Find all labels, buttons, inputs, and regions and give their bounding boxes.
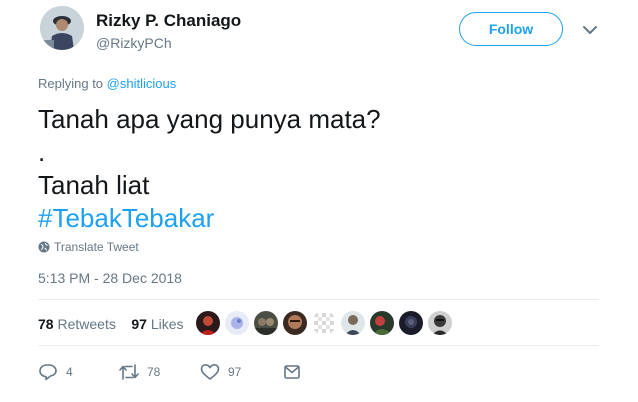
liker-avatar[interactable] <box>254 311 278 335</box>
liker-avatar[interactable] <box>312 311 336 335</box>
follow-button[interactable]: Follow <box>459 12 563 46</box>
user-handle[interactable]: @RizkyPCh <box>96 35 172 51</box>
likes-label: Likes <box>150 316 184 332</box>
liker-avatar[interactable] <box>283 311 307 335</box>
retweet-count: 78 <box>147 365 161 379</box>
retweet-action[interactable]: 78 <box>118 363 200 381</box>
divider <box>38 299 599 300</box>
display-name[interactable]: Rizky P. Chaniago <box>96 11 241 31</box>
translate-label[interactable]: Translate Tweet <box>54 240 139 254</box>
reply-icon <box>39 364 57 381</box>
likes-stat[interactable]: 97 Likes <box>131 316 183 332</box>
replying-to-label: Replying to <box>38 76 104 91</box>
replying-to: Replying to @shitlicious <box>38 76 176 91</box>
divider <box>38 345 599 346</box>
chevron-down-icon[interactable] <box>580 22 600 38</box>
tweet-line-3: Tanah liat <box>38 170 150 200</box>
liker-avatar[interactable] <box>370 311 394 335</box>
reply-count: 4 <box>66 365 73 379</box>
avatar[interactable] <box>40 6 84 50</box>
liker-avatar[interactable] <box>428 311 452 335</box>
timestamp[interactable]: 5:13 PM - 28 Dec 2018 <box>38 270 182 286</box>
reply-action[interactable]: 4 <box>38 363 118 381</box>
likes-count: 97 <box>131 316 147 332</box>
heart-icon <box>200 364 220 380</box>
translate-tweet[interactable]: Translate Tweet <box>38 240 139 254</box>
liker-avatars <box>196 311 457 335</box>
retweets-label: Retweets <box>57 316 116 332</box>
retweets-stat[interactable]: 78 Retweets <box>38 316 116 332</box>
tweet-line-1: Tanah apa yang punya mata? <box>38 104 381 134</box>
direct-message-action[interactable] <box>282 363 302 381</box>
message-icon <box>284 365 300 379</box>
engagement-stats: 78 Retweets 97 Likes <box>38 316 184 332</box>
hashtag-link[interactable]: #TebakTebakar <box>38 202 381 235</box>
retweet-icon <box>119 364 139 380</box>
tweet-actions: 4 78 97 <box>38 362 302 382</box>
liker-avatar[interactable] <box>196 311 220 335</box>
liker-avatar[interactable] <box>341 311 365 335</box>
mention-link[interactable]: @shitlicious <box>107 76 177 91</box>
tweet-text: Tanah apa yang punya mata? . Tanah liat … <box>38 103 381 235</box>
liker-avatar[interactable] <box>225 311 249 335</box>
like-count: 97 <box>228 365 242 379</box>
like-action[interactable]: 97 <box>200 363 282 381</box>
liker-avatar[interactable] <box>399 311 423 335</box>
globe-icon <box>38 241 50 253</box>
retweets-count: 78 <box>38 316 54 332</box>
tweet-line-2: . <box>38 137 46 167</box>
